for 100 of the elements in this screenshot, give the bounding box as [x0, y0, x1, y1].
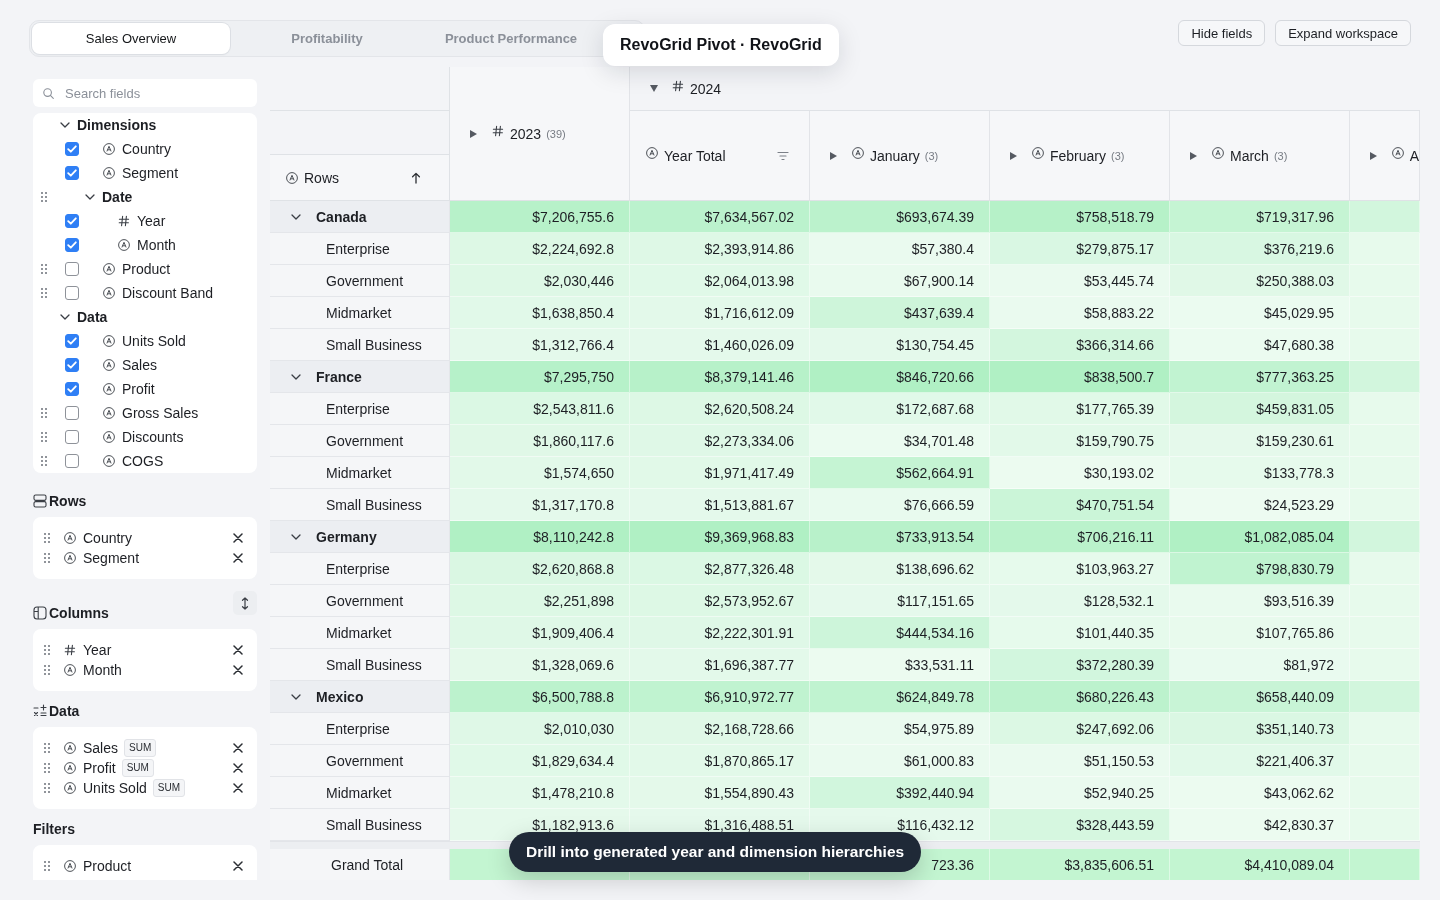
checkbox[interactable]	[65, 238, 79, 252]
value-cell: $1,638,850.4	[450, 297, 630, 329]
hash-icon	[118, 215, 130, 227]
field-label: Country	[122, 141, 172, 157]
value-cell: $1,870,865.17	[630, 745, 810, 777]
checkbox[interactable]	[65, 454, 79, 468]
value-cell: $107,765.86	[1170, 617, 1350, 649]
close-icon[interactable]	[233, 861, 243, 871]
drag-handle-icon[interactable]	[41, 264, 47, 274]
checkbox[interactable]	[65, 142, 79, 156]
swap-button[interactable]	[233, 591, 257, 615]
checkbox[interactable]	[65, 286, 79, 300]
value-cell: $117,151.65	[810, 585, 990, 617]
value-cell	[1350, 649, 1420, 681]
value-cell: $159,230.61	[1170, 425, 1350, 457]
value-cell: $444,534.16	[810, 617, 990, 649]
filter-icon[interactable]	[777, 150, 789, 161]
value-cell: $1,478,210.8	[450, 777, 630, 809]
drag-handle-icon[interactable]	[44, 645, 50, 655]
value-cell: $57,380.4	[810, 233, 990, 265]
close-icon[interactable]	[233, 743, 243, 753]
math-symbols-icon	[33, 704, 47, 718]
drag-handle-icon[interactable]	[41, 192, 47, 202]
field-label: Discount Band	[122, 285, 214, 301]
triangle-right-icon[interactable]	[470, 129, 477, 138]
checkbox[interactable]	[65, 214, 79, 228]
checkbox[interactable]	[65, 166, 79, 180]
drag-handle-icon[interactable]	[44, 665, 50, 675]
checkbox[interactable]	[65, 262, 79, 276]
value-cell: $706,216.11	[990, 521, 1170, 553]
row-label: Mexico	[316, 688, 364, 705]
value-cell: $2,224,692.8	[450, 233, 630, 265]
drag-handle-icon[interactable]	[41, 456, 47, 466]
arrow-up-icon[interactable]	[411, 171, 421, 184]
aggregation-badge[interactable]: SUM	[152, 779, 186, 797]
group-label[interactable]: Data	[77, 309, 108, 325]
close-icon[interactable]	[233, 645, 243, 655]
field-label: Country	[83, 530, 133, 546]
close-icon[interactable]	[233, 763, 243, 773]
checkbox[interactable]	[65, 406, 79, 420]
value-cell: $6,910,972.77	[630, 681, 810, 713]
search-field[interactable]: Search fields	[33, 79, 257, 107]
group-label[interactable]: Dimensions	[77, 117, 157, 133]
checkbox[interactable]	[65, 358, 79, 372]
drag-handle-icon[interactable]	[41, 408, 47, 418]
value-cell: $4,410,089.04	[1170, 849, 1350, 880]
field-label: Month	[137, 237, 176, 253]
drag-handle-icon[interactable]	[44, 861, 50, 871]
triangle-right-icon[interactable]	[1010, 151, 1017, 160]
drag-handle-icon[interactable]	[44, 743, 50, 753]
value-cell	[1350, 849, 1420, 880]
value-cell: $52,940.25	[990, 777, 1170, 809]
chevron-down-icon[interactable]	[291, 533, 301, 540]
triangle-right-icon[interactable]	[830, 151, 837, 160]
value-cell: $6,500,788.8	[450, 681, 630, 713]
value-cell: $81,972	[1170, 649, 1350, 681]
field-label: Product	[83, 858, 132, 874]
row-label: France	[316, 368, 362, 385]
checkbox[interactable]	[65, 430, 79, 444]
close-icon[interactable]	[233, 783, 243, 793]
chevron-down-icon[interactable]	[85, 194, 95, 200]
circled-a-icon	[64, 552, 76, 564]
value-cell: $7,634,567.02	[630, 201, 810, 233]
toolbar-button[interactable]: Expand workspace	[1275, 20, 1411, 46]
value-cell: $130,754.45	[810, 329, 990, 361]
member-count: (3)	[1273, 149, 1288, 162]
close-icon[interactable]	[233, 533, 243, 543]
drag-handle-icon[interactable]	[44, 783, 50, 793]
value-cell: $392,440.94	[810, 777, 990, 809]
checkbox[interactable]	[65, 334, 79, 348]
hash-icon	[64, 644, 76, 656]
value-cell	[1350, 713, 1420, 745]
value-cell: $1,971,417.49	[630, 457, 810, 489]
aggregation-badge[interactable]: SUM	[121, 759, 154, 777]
checkbox[interactable]	[65, 382, 79, 396]
group-label[interactable]: Date	[102, 189, 133, 205]
drag-handle-icon[interactable]	[44, 553, 50, 563]
toolbar-button[interactable]: Hide fields	[1178, 20, 1266, 46]
tab[interactable]: Sales Overview	[32, 23, 230, 54]
triangle-right-icon[interactable]	[1190, 151, 1197, 160]
chevron-down-icon[interactable]	[291, 693, 301, 700]
chevron-down-icon[interactable]	[291, 373, 301, 380]
row-label: Canada	[316, 208, 367, 225]
close-icon[interactable]	[233, 665, 243, 675]
triangle-right-icon[interactable]	[1370, 151, 1377, 160]
triangle-down-icon[interactable]	[650, 85, 658, 92]
chevron-down-icon[interactable]	[291, 213, 301, 220]
value-cell: $2,030,446	[450, 265, 630, 297]
hash-icon	[672, 79, 684, 92]
chevron-down-icon[interactable]	[60, 122, 70, 128]
value-cell: $67,900.14	[810, 265, 990, 297]
row-header-cell: Midmarket	[270, 457, 450, 489]
drag-handle-icon[interactable]	[44, 533, 50, 543]
drag-handle-icon[interactable]	[44, 763, 50, 773]
drag-handle-icon[interactable]	[41, 288, 47, 298]
section-title: Rows	[49, 493, 87, 509]
aggregation-badge[interactable]: SUM	[124, 739, 157, 757]
drag-handle-icon[interactable]	[41, 432, 47, 442]
chevron-down-icon[interactable]	[60, 314, 70, 320]
close-icon[interactable]	[233, 553, 243, 563]
